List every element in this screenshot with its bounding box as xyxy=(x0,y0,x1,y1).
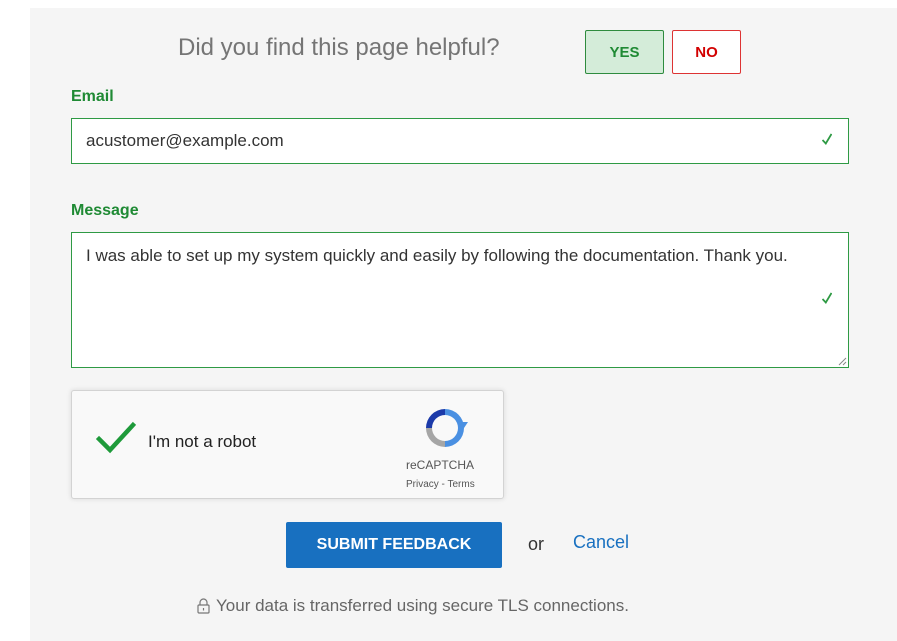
submit-feedback-button[interactable]: SUBMIT FEEDBACK xyxy=(286,522,502,568)
feedback-form-panel: Did you find this page helpful? YES NO E… xyxy=(30,8,897,641)
resize-handle-icon[interactable] xyxy=(838,357,847,366)
email-label: Email xyxy=(71,88,114,105)
recaptcha-brand: reCAPTCHA xyxy=(406,458,475,472)
recaptcha-logo-icon xyxy=(426,409,468,447)
security-note-text: Your data is transferred using secure TL… xyxy=(216,596,629,615)
message-textarea[interactable]: I was able to set up my system quickly a… xyxy=(71,232,849,368)
captcha-checkmark-icon[interactable] xyxy=(96,421,136,455)
captcha-label: I'm not a robot xyxy=(148,432,257,451)
cancel-link[interactable]: Cancel xyxy=(573,532,629,553)
checkmark-icon xyxy=(822,292,832,304)
message-value: I was able to set up my system quickly a… xyxy=(86,246,788,265)
email-field[interactable]: acustomer@example.com xyxy=(71,118,849,164)
recaptcha-privacy-terms-link[interactable]: Privacy - Terms xyxy=(406,479,475,490)
no-button[interactable]: NO xyxy=(672,30,741,74)
helpful-prompt-row: Did you find this page helpful? YES NO xyxy=(30,30,897,76)
recaptcha-widget: I'm not a robot reCAPTCHA Privacy - Term… xyxy=(71,390,504,499)
checkmark-icon xyxy=(822,133,832,145)
yes-button[interactable]: YES xyxy=(585,30,664,74)
or-separator: or xyxy=(528,534,545,554)
email-value: acustomer@example.com xyxy=(86,131,284,150)
security-note: Your data is transferred using secure TL… xyxy=(197,596,629,616)
lock-icon xyxy=(197,598,210,614)
message-label: Message xyxy=(71,202,139,219)
helpful-question: Did you find this page helpful? xyxy=(178,34,500,61)
cropped-page-heading xyxy=(0,0,897,8)
